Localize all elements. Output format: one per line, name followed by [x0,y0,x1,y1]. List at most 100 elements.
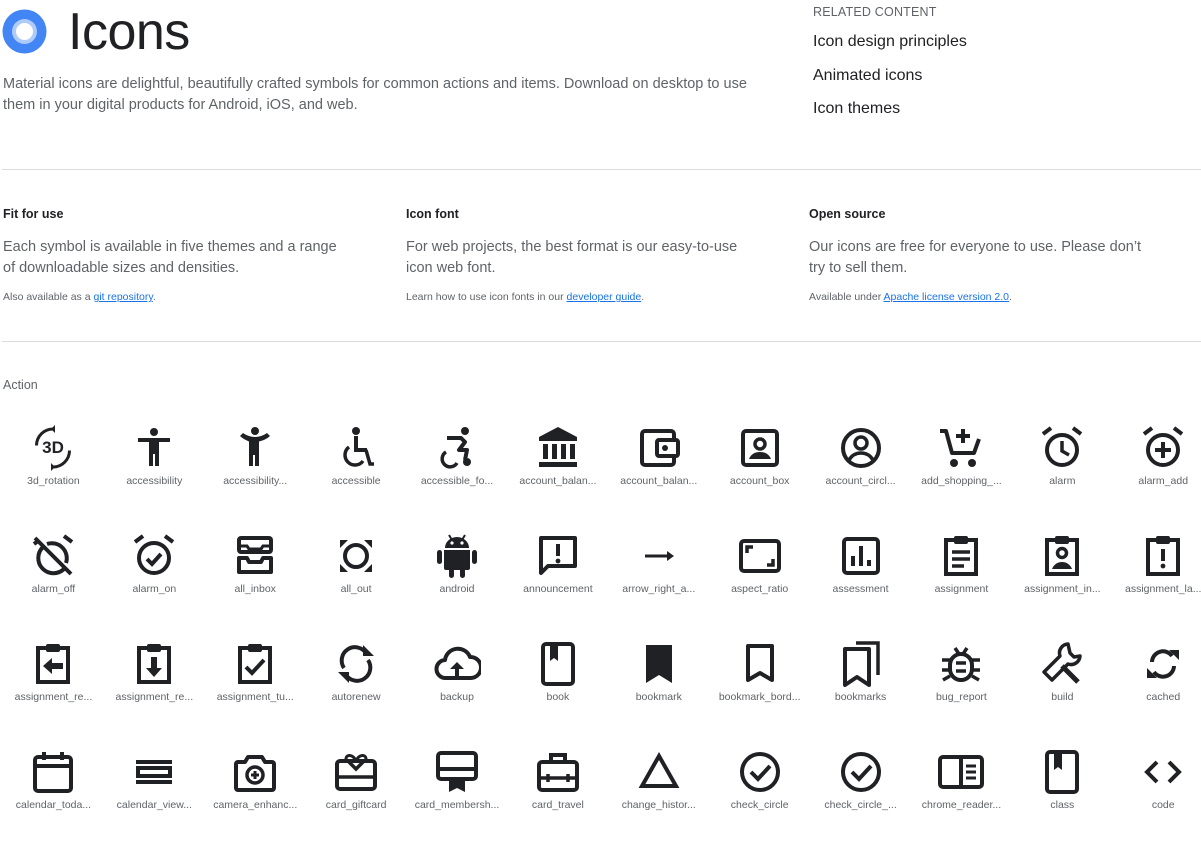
apache-license-link[interactable]: Apache license version 2.0 [884,291,1010,303]
icon-label: all_inbox [234,583,276,595]
check-circle-outline-icon [837,748,885,796]
icon-tile[interactable]: bookmark_bord... [709,626,810,734]
icon-tile[interactable]: code [1113,734,1201,842]
icon-tile[interactable]: accessible_fo... [407,410,508,518]
icon-tile[interactable]: accessibility... [205,410,306,518]
account-balance-icon [534,424,582,472]
related-link-icon-themes[interactable]: Icon themes [813,99,1193,119]
icon-tile[interactable]: account_balan... [608,410,709,518]
icon-tile[interactable]: all_inbox [205,518,306,626]
icon-label: build [1051,691,1074,703]
icon-label: alarm_off [31,583,76,595]
section-label-action: Action [3,378,38,392]
icon-tile[interactable]: android [407,518,508,626]
icon-tile[interactable]: 3D 3d_rotation [3,410,104,518]
assignment-turned-in-icon [231,640,279,688]
icon-tile[interactable]: assignment_re... [3,626,104,734]
icon-label: backup [440,691,474,703]
class-icon [1038,748,1086,796]
icon-tile[interactable]: assignment_re... [104,626,205,734]
icon-label: account_circl... [825,475,896,487]
icon-tile[interactable]: backup [407,626,508,734]
icon-tile[interactable]: bug_report [911,626,1012,734]
icon-label: 3d_rotation [27,475,80,487]
icon-label: accessibility [126,475,183,487]
related-link-icon-design-principles[interactable]: Icon design principles [813,32,1193,52]
icon-tile[interactable]: account_box [709,410,810,518]
icon-tile[interactable]: add_shopping_... [911,410,1012,518]
icon-tile[interactable]: calendar_toda... [3,734,104,842]
icon-tile[interactable]: book [507,626,608,734]
icon-tile[interactable]: assignment_la... [1113,518,1201,626]
icon-label: account_box [729,475,790,487]
icon-tile[interactable]: camera_enhanc... [205,734,306,842]
icon-tile[interactable]: build [1012,626,1113,734]
arrow-right-alt-icon [635,532,683,580]
assignment-returned-icon [130,640,178,688]
icon-tile[interactable]: alarm_off [3,518,104,626]
feature-note-suffix: . [1009,291,1012,303]
icon-label: calendar_view... [116,799,192,811]
icon-tile[interactable]: assignment_tu... [205,626,306,734]
icon-tile[interactable]: card_travel [507,734,608,842]
icon-tile[interactable]: check_circle [709,734,810,842]
feature-title: Open source [809,207,886,221]
alarm-off-icon [29,532,77,580]
card-travel-icon [534,748,582,796]
icon-label: bookmarks [834,691,887,703]
icon-tile[interactable]: accessible [306,410,407,518]
icon-tile[interactable]: bookmarks [810,626,911,734]
icon-label: book [546,691,570,703]
icon-tile[interactable]: accessibility [104,410,205,518]
icon-tile[interactable]: alarm [1012,410,1113,518]
svg-text:3D: 3D [43,438,65,457]
icon-tile[interactable]: calendar_view... [104,734,205,842]
icon-tile[interactable]: account_circl... [810,410,911,518]
icon-tile[interactable]: assessment [810,518,911,626]
icon-tile[interactable]: assignment_in... [1012,518,1113,626]
icon-label: accessibility... [223,475,288,487]
feature-title: Fit for use [3,207,64,221]
icon-tile[interactable]: arrow_right_a... [608,518,709,626]
icon-grid: 3D 3d_rotation accessibility accessibility.… [3,410,1201,842]
icon-tile[interactable]: class [1012,734,1113,842]
icon-label: class [1050,799,1075,811]
announcement-icon [534,532,582,580]
cached-icon [1139,640,1187,688]
icon-label: arrow_right_a... [622,583,696,595]
related-link-animated-icons[interactable]: Animated icons [813,66,1193,86]
icon-tile[interactable]: bookmark [608,626,709,734]
icon-tile[interactable]: check_circle_... [810,734,911,842]
icon-tile[interactable]: alarm_on [104,518,205,626]
account-box-icon [736,424,784,472]
bookmark-border-icon [736,640,784,688]
icon-tile[interactable]: autorenew [306,626,407,734]
icon-tile[interactable]: announcement [507,518,608,626]
icon-label: assignment_tu... [216,691,294,703]
icon-tile[interactable]: cached [1113,626,1201,734]
accessible-forward-icon [433,424,481,472]
icon-tile[interactable]: change_histor... [608,734,709,842]
autorenew-icon [332,640,380,688]
icon-label: assignment_in... [1024,583,1101,595]
icon-tile[interactable]: chrome_reader... [911,734,1012,842]
icon-tile[interactable]: alarm_add [1113,410,1201,518]
assignment-ind-icon [1038,532,1086,580]
icon-label: assessment [832,583,889,595]
card-membership-icon [433,748,481,796]
icon-label: bug_report [936,691,987,703]
developer-guide-link[interactable]: developer guide [567,291,642,303]
git-repository-link[interactable]: git repository [93,291,152,303]
assessment-icon [837,532,885,580]
icon-tile[interactable]: card_giftcard [306,734,407,842]
icon-tile[interactable]: account_balan... [507,410,608,518]
feature-note-suffix: . [152,291,156,303]
change-history-icon [635,748,683,796]
icon-tile[interactable]: aspect_ratio [709,518,810,626]
card-giftcard-icon [332,748,380,796]
icon-tile[interactable]: assignment [911,518,1012,626]
icon-tile[interactable]: card_membersh... [407,734,508,842]
page-header: Icons Material icons are delightful, bea… [0,0,1201,170]
feature-body: Our icons are free for everyone to use. … [809,239,1142,276]
icon-tile[interactable]: all_out [306,518,407,626]
